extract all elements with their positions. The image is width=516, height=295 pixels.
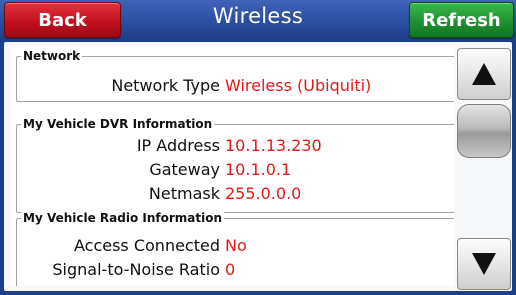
triangle-up-icon bbox=[472, 63, 496, 85]
info-row-network-type: Network Type Wireless (Ubiquiti) bbox=[17, 75, 454, 97]
refresh-button[interactable]: Refresh bbox=[409, 2, 514, 38]
row-value: 255.0.0.0 bbox=[225, 184, 302, 203]
info-row-access-connected: Access Connected No bbox=[17, 235, 454, 257]
info-row-gateway: Gateway 10.1.0.1 bbox=[17, 159, 454, 181]
row-value: No bbox=[225, 236, 247, 255]
row-label: IP Address bbox=[136, 136, 220, 155]
info-row-netmask: Netmask 255.0.0.0 bbox=[17, 183, 454, 205]
wireless-screen: Back Wireless Refresh Network Network Ty… bbox=[0, 0, 516, 295]
row-label: Netmask bbox=[148, 184, 220, 203]
row-label: Signal-to-Noise Ratio bbox=[52, 260, 220, 279]
scroll-down-button[interactable] bbox=[457, 238, 511, 290]
info-row-ip-address: IP Address 10.1.13.230 bbox=[17, 135, 454, 157]
row-label: Network Type bbox=[111, 76, 220, 95]
scrollbar[interactable] bbox=[457, 48, 511, 290]
group-legend-network: Network bbox=[21, 49, 83, 63]
info-scroll-area[interactable]: Network Network Type Wireless (Ubiquiti)… bbox=[10, 46, 454, 286]
dvr-info-group: My Vehicle DVR Information IP Address 10… bbox=[16, 117, 454, 213]
row-label: Gateway bbox=[149, 160, 220, 179]
content-panel: Network Network Type Wireless (Ubiquiti)… bbox=[4, 42, 512, 291]
info-row-snr: Signal-to-Noise Ratio 0 bbox=[17, 259, 454, 281]
row-value: 10.1.13.230 bbox=[225, 136, 322, 155]
row-value: Wireless (Ubiquiti) bbox=[225, 76, 372, 95]
network-group: Network Network Type Wireless (Ubiquiti) bbox=[16, 49, 454, 102]
triangle-down-icon bbox=[472, 253, 496, 275]
scroll-up-button[interactable] bbox=[457, 48, 511, 100]
scrollbar-thumb[interactable] bbox=[457, 104, 511, 158]
row-label: Access Connected bbox=[73, 236, 220, 255]
radio-info-group: My Vehicle Radio Information Access Conn… bbox=[16, 211, 454, 286]
row-value: 0 bbox=[225, 260, 236, 279]
header-bar: Back Wireless Refresh bbox=[0, 0, 516, 40]
group-legend-dvr: My Vehicle DVR Information bbox=[21, 117, 215, 131]
group-legend-radio: My Vehicle Radio Information bbox=[21, 211, 225, 225]
row-value: 10.1.0.1 bbox=[225, 160, 292, 179]
